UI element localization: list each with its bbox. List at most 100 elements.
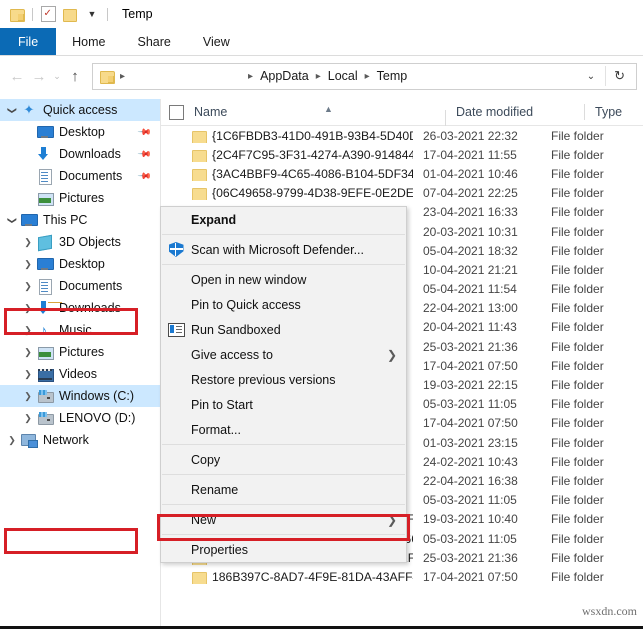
chevron-right-icon[interactable]: ❯ bbox=[20, 325, 36, 336]
folder-icon bbox=[192, 130, 207, 143]
menu-item-run-sandboxed[interactable]: Run Sandboxed bbox=[161, 317, 406, 342]
sidebar-item-windows-c[interactable]: ❯ Windows (C:) bbox=[0, 385, 160, 407]
file-type: File folder bbox=[551, 224, 604, 239]
file-date-modified: 01-04-2021 10:46 bbox=[423, 166, 518, 181]
table-row[interactable]: 186B397C-8AD7-4F9E-81DA-43AFF4D... 17-04-… bbox=[161, 567, 643, 586]
file-type: File folder bbox=[551, 128, 604, 143]
select-all-checkbox[interactable] bbox=[169, 104, 184, 120]
menu-item-open-in-new-window[interactable]: Open in new window bbox=[161, 267, 406, 292]
chevron-right-icon[interactable]: ❯ bbox=[20, 281, 36, 292]
sidebar-item-videos[interactable]: ❯ Videos bbox=[0, 363, 160, 385]
file-date-modified: 20-03-2021 10:31 bbox=[423, 224, 518, 239]
sidebar-item-desktop[interactable]: ❯ Desktop bbox=[0, 253, 160, 275]
sidebar-item-documents[interactable]: Documents 📌 bbox=[0, 165, 160, 187]
chevron-down-icon[interactable]: ❯ bbox=[7, 212, 18, 228]
table-row[interactable]: {3AC4BBF9-4C65-4086-B104-5DF3482... 01-04… bbox=[161, 164, 643, 183]
menu-item-scan-with-microsoft-defender[interactable]: Scan with Microsoft Defender... bbox=[161, 237, 406, 262]
back-icon[interactable]: ← bbox=[6, 64, 28, 88]
chevron-right-icon[interactable]: ❯ bbox=[20, 347, 36, 358]
navigation-tree: ❯ ✦ Quick access Desktop 📌 Downloads 📌 Document… bbox=[0, 99, 160, 451]
file-date-modified: 19-03-2021 10:40 bbox=[423, 512, 518, 527]
sidebar-item-network[interactable]: ❯ Network bbox=[0, 429, 160, 451]
chevron-right-icon[interactable]: ❯ bbox=[20, 369, 36, 380]
table-row[interactable]: {06C49658-9799-4D38-9EFE-0E2DEC0B... 07-0… bbox=[161, 184, 643, 203]
pictures-icon bbox=[36, 344, 54, 360]
sidebar-item-label: Downloads bbox=[59, 147, 121, 161]
recent-locations-icon[interactable]: ⌄ bbox=[50, 64, 64, 88]
sidebar-item-desktop[interactable]: Desktop 📌 bbox=[0, 121, 160, 143]
folder-icon[interactable] bbox=[6, 3, 28, 25]
folder-icon bbox=[192, 149, 207, 162]
column-header-type[interactable]: Type bbox=[585, 105, 622, 119]
chevron-right-icon[interactable]: ❯ bbox=[20, 259, 36, 270]
breadcrumb-separator-0: ▸ bbox=[120, 70, 126, 82]
chevron-right-icon[interactable]: ❯ bbox=[20, 391, 36, 402]
menu-item-pin-to-quick-access[interactable]: Pin to Quick access bbox=[161, 292, 406, 317]
pin-icon[interactable]: 📌 bbox=[137, 146, 152, 162]
menu-item-restore-previous-versions[interactable]: Restore previous versions bbox=[161, 367, 406, 392]
file-date-modified: 01-03-2021 23:15 bbox=[423, 435, 518, 450]
tab-share[interactable]: Share bbox=[122, 28, 187, 55]
sidebar-item-label: Pictures bbox=[59, 191, 105, 205]
up-icon[interactable]: ↑ bbox=[64, 64, 86, 88]
sidebar-item-downloads[interactable]: ❯ Downloads bbox=[0, 297, 160, 319]
sidebar-item-pictures[interactable]: Pictures bbox=[0, 187, 160, 209]
sidebar-item-documents[interactable]: ❯ Documents bbox=[0, 275, 160, 297]
tab-file[interactable]: File bbox=[0, 28, 57, 55]
sidebar-item-music[interactable]: ❯ ♪ Music bbox=[0, 319, 160, 341]
chevron-right-icon[interactable]: ❯ bbox=[20, 303, 36, 314]
breadcrumb-local[interactable]: Local bbox=[325, 69, 361, 83]
sidebar-item-3d-objects[interactable]: ❯ 3D Objects bbox=[0, 231, 160, 253]
menu-item-label: Expand bbox=[191, 212, 237, 227]
quick-access-toolbar: ✓ ▼ bbox=[6, 3, 112, 25]
forward-icon[interactable]: → bbox=[28, 64, 50, 88]
chevron-down-icon[interactable]: ❯ bbox=[7, 102, 18, 118]
tab-view[interactable]: View bbox=[187, 28, 246, 55]
address-dropdown-icon[interactable]: ⌄ bbox=[577, 71, 605, 82]
sidebar-item-quick-access[interactable]: ❯ ✦ Quick access bbox=[0, 99, 160, 121]
menu-item-new[interactable]: New ❯ bbox=[161, 507, 406, 532]
sidebar-item-lenovo-d[interactable]: ❯ LENOVO (D:) bbox=[0, 407, 160, 429]
file-date-modified: 05-03-2021 11:05 bbox=[423, 397, 517, 412]
chevron-right-icon[interactable]: ❯ bbox=[4, 435, 20, 446]
menu-item-format[interactable]: Format... bbox=[161, 417, 406, 442]
column-header-date[interactable]: Date modified bbox=[446, 105, 584, 119]
sidebar-item-label: Documents bbox=[59, 169, 123, 183]
properties-icon[interactable]: ✓ bbox=[37, 3, 59, 25]
menu-item-pin-to-start[interactable]: Pin to Start bbox=[161, 392, 406, 417]
pin-icon[interactable]: 📌 bbox=[137, 168, 152, 184]
folder-icon bbox=[192, 168, 207, 181]
pin-icon[interactable]: 📌 bbox=[137, 124, 152, 140]
refresh-icon[interactable]: ↻ bbox=[606, 68, 633, 84]
new-folder-icon[interactable] bbox=[59, 3, 81, 25]
menu-item-properties[interactable]: Properties bbox=[161, 537, 406, 562]
sidebar-item-label: This PC bbox=[43, 213, 88, 227]
chevron-right-icon[interactable]: ❯ bbox=[20, 237, 36, 248]
downloads-icon bbox=[36, 146, 54, 162]
address-bar[interactable]: ▸ ▸ AppData ▸ Local ▸ Temp ⌄ ↻ bbox=[92, 62, 637, 90]
sidebar-item-downloads[interactable]: Downloads 📌 bbox=[0, 143, 160, 165]
menu-separator bbox=[162, 504, 405, 505]
tab-home[interactable]: Home bbox=[56, 28, 121, 55]
sidebar-item-this-pc[interactable]: ❯ This PC bbox=[0, 209, 160, 231]
menu-item-label: Run Sandboxed bbox=[191, 322, 281, 337]
sidebar-item-label: LENOVO (D:) bbox=[59, 411, 136, 425]
defender-shield-icon bbox=[161, 242, 191, 257]
file-name: {3AC4BBF9-4C65-4086-B104-5DF3482... bbox=[212, 166, 413, 181]
menu-item-give-access-to[interactable]: Give access to ❯ bbox=[161, 342, 406, 367]
column-header-name[interactable]: Name ▲ bbox=[194, 104, 446, 126]
breadcrumb-appdata[interactable]: AppData bbox=[257, 69, 312, 83]
chevron-down-icon[interactable]: ▼ bbox=[81, 3, 103, 25]
table-row[interactable]: {2C4F7C95-3F31-4274-A390-9148448A... 17-0… bbox=[161, 145, 643, 164]
sidebar-item-label: 3D Objects bbox=[59, 235, 121, 249]
table-row[interactable]: {1C6FBDB3-41D0-491B-93B4-5D40D15... 26-03… bbox=[161, 126, 643, 145]
file-date-modified: 07-04-2021 22:25 bbox=[423, 186, 518, 201]
chevron-right-icon[interactable]: ❯ bbox=[20, 413, 36, 424]
toolbar-divider bbox=[32, 7, 33, 21]
sidebar-item-pictures[interactable]: ❯ Pictures bbox=[0, 341, 160, 363]
drive-icon bbox=[36, 388, 54, 404]
breadcrumb-temp[interactable]: Temp bbox=[374, 69, 411, 83]
menu-item-rename[interactable]: Rename bbox=[161, 477, 406, 502]
menu-item-copy[interactable]: Copy bbox=[161, 447, 406, 472]
menu-item-expand[interactable]: Expand bbox=[161, 207, 406, 232]
